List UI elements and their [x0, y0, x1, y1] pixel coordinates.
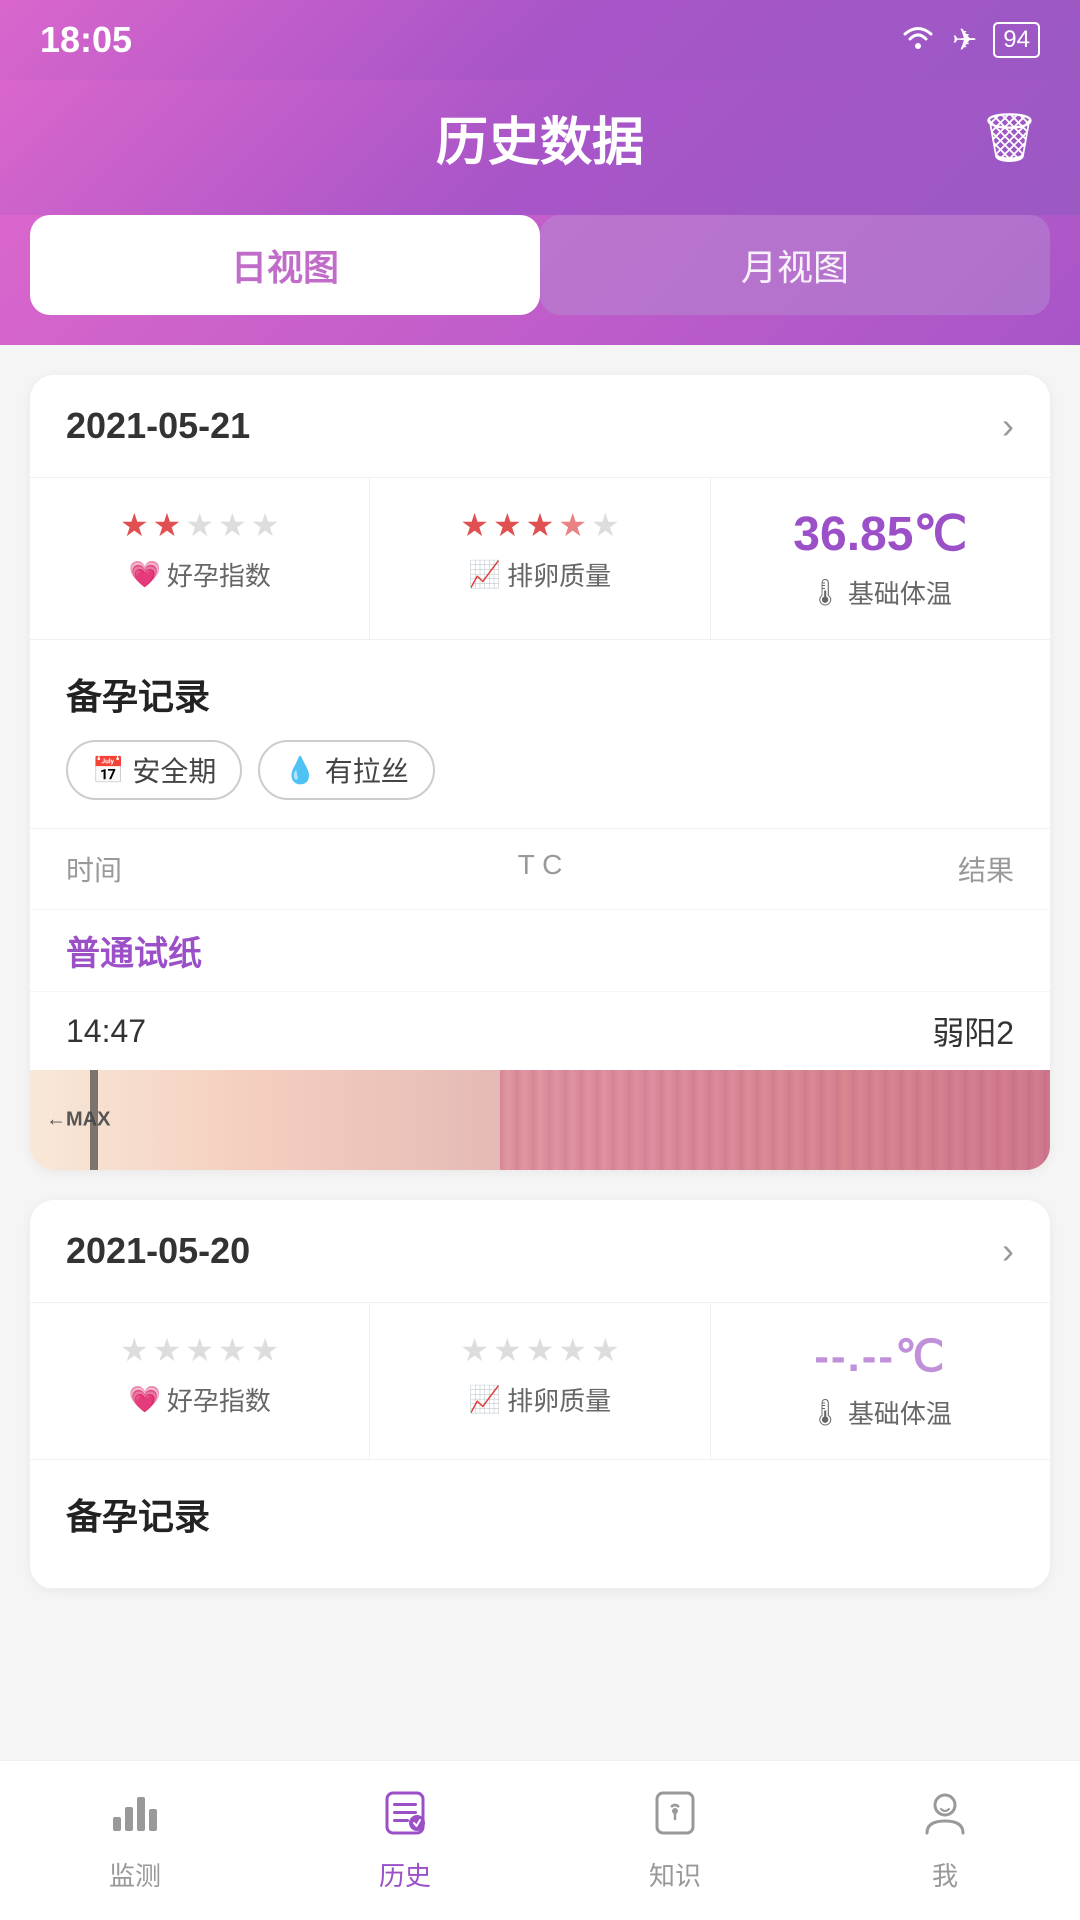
card-header-2[interactable]: 2021-05-20 › — [30, 1200, 1050, 1303]
test-entry-1: 14:47 弱阳2 — [30, 992, 1050, 1070]
records-tags-1: 📅 安全期 💧 有拉丝 — [66, 740, 1014, 800]
monitor-icon — [109, 1788, 161, 1848]
heartbeat-icon: 💗 — [128, 559, 160, 590]
star-row-2-pregnancy: ★ ★ ★ ★ ★ — [120, 1331, 279, 1369]
records-title-2: 备孕记录 — [66, 1488, 1014, 1540]
test-time-1: 14:47 — [66, 1013, 146, 1050]
records-title-1: 备孕记录 — [66, 668, 1014, 720]
card-date-2: 2021-05-20 — [66, 1230, 250, 1272]
history-icon — [379, 1788, 431, 1848]
tab-bar: 日视图 月视图 — [0, 215, 1080, 345]
card-2021-05-20: 2021-05-20 › ★ ★ ★ ★ ★ 💗 好孕指数 ★ — [30, 1200, 1050, 1589]
star-2: ★ — [493, 506, 522, 544]
temp-label-1: 🌡 基础体温 — [809, 574, 952, 611]
test-type-1: 普通试纸 — [30, 910, 1050, 992]
tab-day-view[interactable]: 日视图 — [30, 215, 540, 315]
nav-label-monitor: 监测 — [109, 1856, 161, 1893]
card-header-1[interactable]: 2021-05-21 › — [30, 375, 1050, 478]
stat-ovulation-1: ★ ★ ★ ★ ★ 📈 排卵质量 — [370, 478, 710, 639]
star-1: ★ — [120, 506, 149, 544]
stat-label-ovulation: 📈 排卵质量 — [469, 556, 611, 593]
star-4: ★ — [218, 506, 247, 544]
stats-row-1: ★ ★ ★ ★ ★ 💗 好孕指数 ★ ★ ★ ★ ★ — [30, 478, 1050, 640]
test-strip-image: ←MAX — [30, 1070, 1050, 1170]
delete-button[interactable]: 🗑 — [979, 109, 1040, 166]
temp-value-1: 36.85℃ — [793, 506, 967, 562]
stat-temperature-1: 36.85℃ 🌡 基础体温 — [711, 478, 1050, 639]
stat-ovulation-2: ★ ★ ★ ★ ★ 📈 排卵质量 — [370, 1303, 710, 1459]
nav-item-me[interactable]: 我 — [810, 1761, 1080, 1920]
star-row-pregnancy: ★ ★ ★ ★ ★ — [120, 506, 279, 544]
test-strip-dark-line — [90, 1070, 98, 1170]
status-bar: 18:05 ✈ 94 — [0, 0, 1080, 80]
star-3: ★ — [526, 506, 555, 544]
knowledge-icon — [649, 1788, 701, 1848]
nav-label-history: 历史 — [379, 1856, 431, 1893]
card-arrow-2: › — [1002, 1230, 1014, 1272]
stat-pregnancy-index-2: ★ ★ ★ ★ ★ 💗 好孕指数 — [30, 1303, 370, 1459]
battery-icon: 94 — [993, 22, 1040, 58]
records-section-2: 备孕记录 — [30, 1460, 1050, 1589]
test-result-1: 弱阳2 — [932, 1008, 1014, 1054]
star-row-ovulation: ★ ★ ★ ★ ★ — [460, 506, 619, 544]
stats-row-2: ★ ★ ★ ★ ★ 💗 好孕指数 ★ ★ ★ ★ ★ — [30, 1303, 1050, 1460]
status-icons: ✈ 94 — [900, 22, 1040, 58]
airplane-icon: ✈ — [952, 23, 977, 58]
status-time: 18:05 — [40, 19, 132, 61]
star-3: ★ — [185, 506, 214, 544]
main-content: 2021-05-21 › ★ ★ ★ ★ ★ 💗 好孕指数 — [0, 345, 1080, 1749]
battery-container: 94 — [993, 22, 1040, 58]
nav-item-monitor[interactable]: 监测 — [0, 1761, 270, 1920]
star-1: ★ — [460, 506, 489, 544]
chart-icon-2: 📈 — [469, 1384, 501, 1415]
star-5: ★ — [251, 506, 280, 544]
test-strip-pattern — [500, 1070, 1050, 1170]
star-2: ★ — [153, 506, 182, 544]
stat-label-pregnancy-2: 💗 好孕指数 — [128, 1381, 270, 1418]
nav-item-knowledge[interactable]: 知识 — [540, 1761, 810, 1920]
star-5: ★ — [591, 506, 620, 544]
stat-pregnancy-index-1: ★ ★ ★ ★ ★ 💗 好孕指数 — [30, 478, 370, 639]
me-icon — [919, 1788, 971, 1848]
thermometer-icon: 🌡 — [809, 577, 842, 608]
nav-item-history[interactable]: 历史 — [270, 1761, 540, 1920]
nav-label-knowledge: 知识 — [649, 1856, 701, 1893]
test-strip-inner: ←MAX — [30, 1070, 1050, 1170]
page-header: 历史数据 🗑 — [0, 80, 1080, 215]
card-arrow-1: › — [1002, 405, 1014, 447]
bottom-nav: 监测 历史 知识 — [0, 1760, 1080, 1920]
max-label: ←MAX — [46, 1109, 110, 1132]
chart-icon: 📈 — [469, 559, 501, 590]
test-section-1: 时间 T C 结果 普通试纸 14:47 弱阳2 ←MAX — [30, 829, 1050, 1170]
heartbeat-icon-2: 💗 — [128, 1384, 160, 1415]
tag-safe-period: 📅 安全期 — [66, 740, 242, 800]
star-4: ★ — [558, 506, 587, 544]
thermometer-icon-2: 🌡 — [809, 1397, 842, 1428]
stat-temperature-2: --.--℃ 🌡 基础体温 — [711, 1303, 1050, 1459]
test-header-1: 时间 T C 结果 — [30, 829, 1050, 910]
calendar-icon: 📅 — [92, 755, 124, 786]
star-row-2-ovulation: ★ ★ ★ ★ ★ — [460, 1331, 619, 1369]
stat-label-ovulation-2: 📈 排卵质量 — [469, 1381, 611, 1418]
wifi-icon — [900, 23, 936, 58]
nav-label-me: 我 — [932, 1856, 958, 1893]
temp-value-2: --.--℃ — [814, 1331, 946, 1382]
tag-mucus: 💧 有拉丝 — [258, 740, 434, 800]
page-title: 历史数据 — [436, 100, 644, 175]
tab-month-view[interactable]: 月视图 — [540, 215, 1050, 315]
temp-label-2: 🌡 基础体温 — [809, 1394, 952, 1431]
stat-label-pregnancy: 💗 好孕指数 — [128, 556, 270, 593]
card-date-1: 2021-05-21 — [66, 405, 250, 447]
records-section-1: 备孕记录 📅 安全期 💧 有拉丝 — [30, 640, 1050, 829]
drop-icon: 💧 — [284, 755, 316, 786]
card-2021-05-21: 2021-05-21 › ★ ★ ★ ★ ★ 💗 好孕指数 — [30, 375, 1050, 1170]
